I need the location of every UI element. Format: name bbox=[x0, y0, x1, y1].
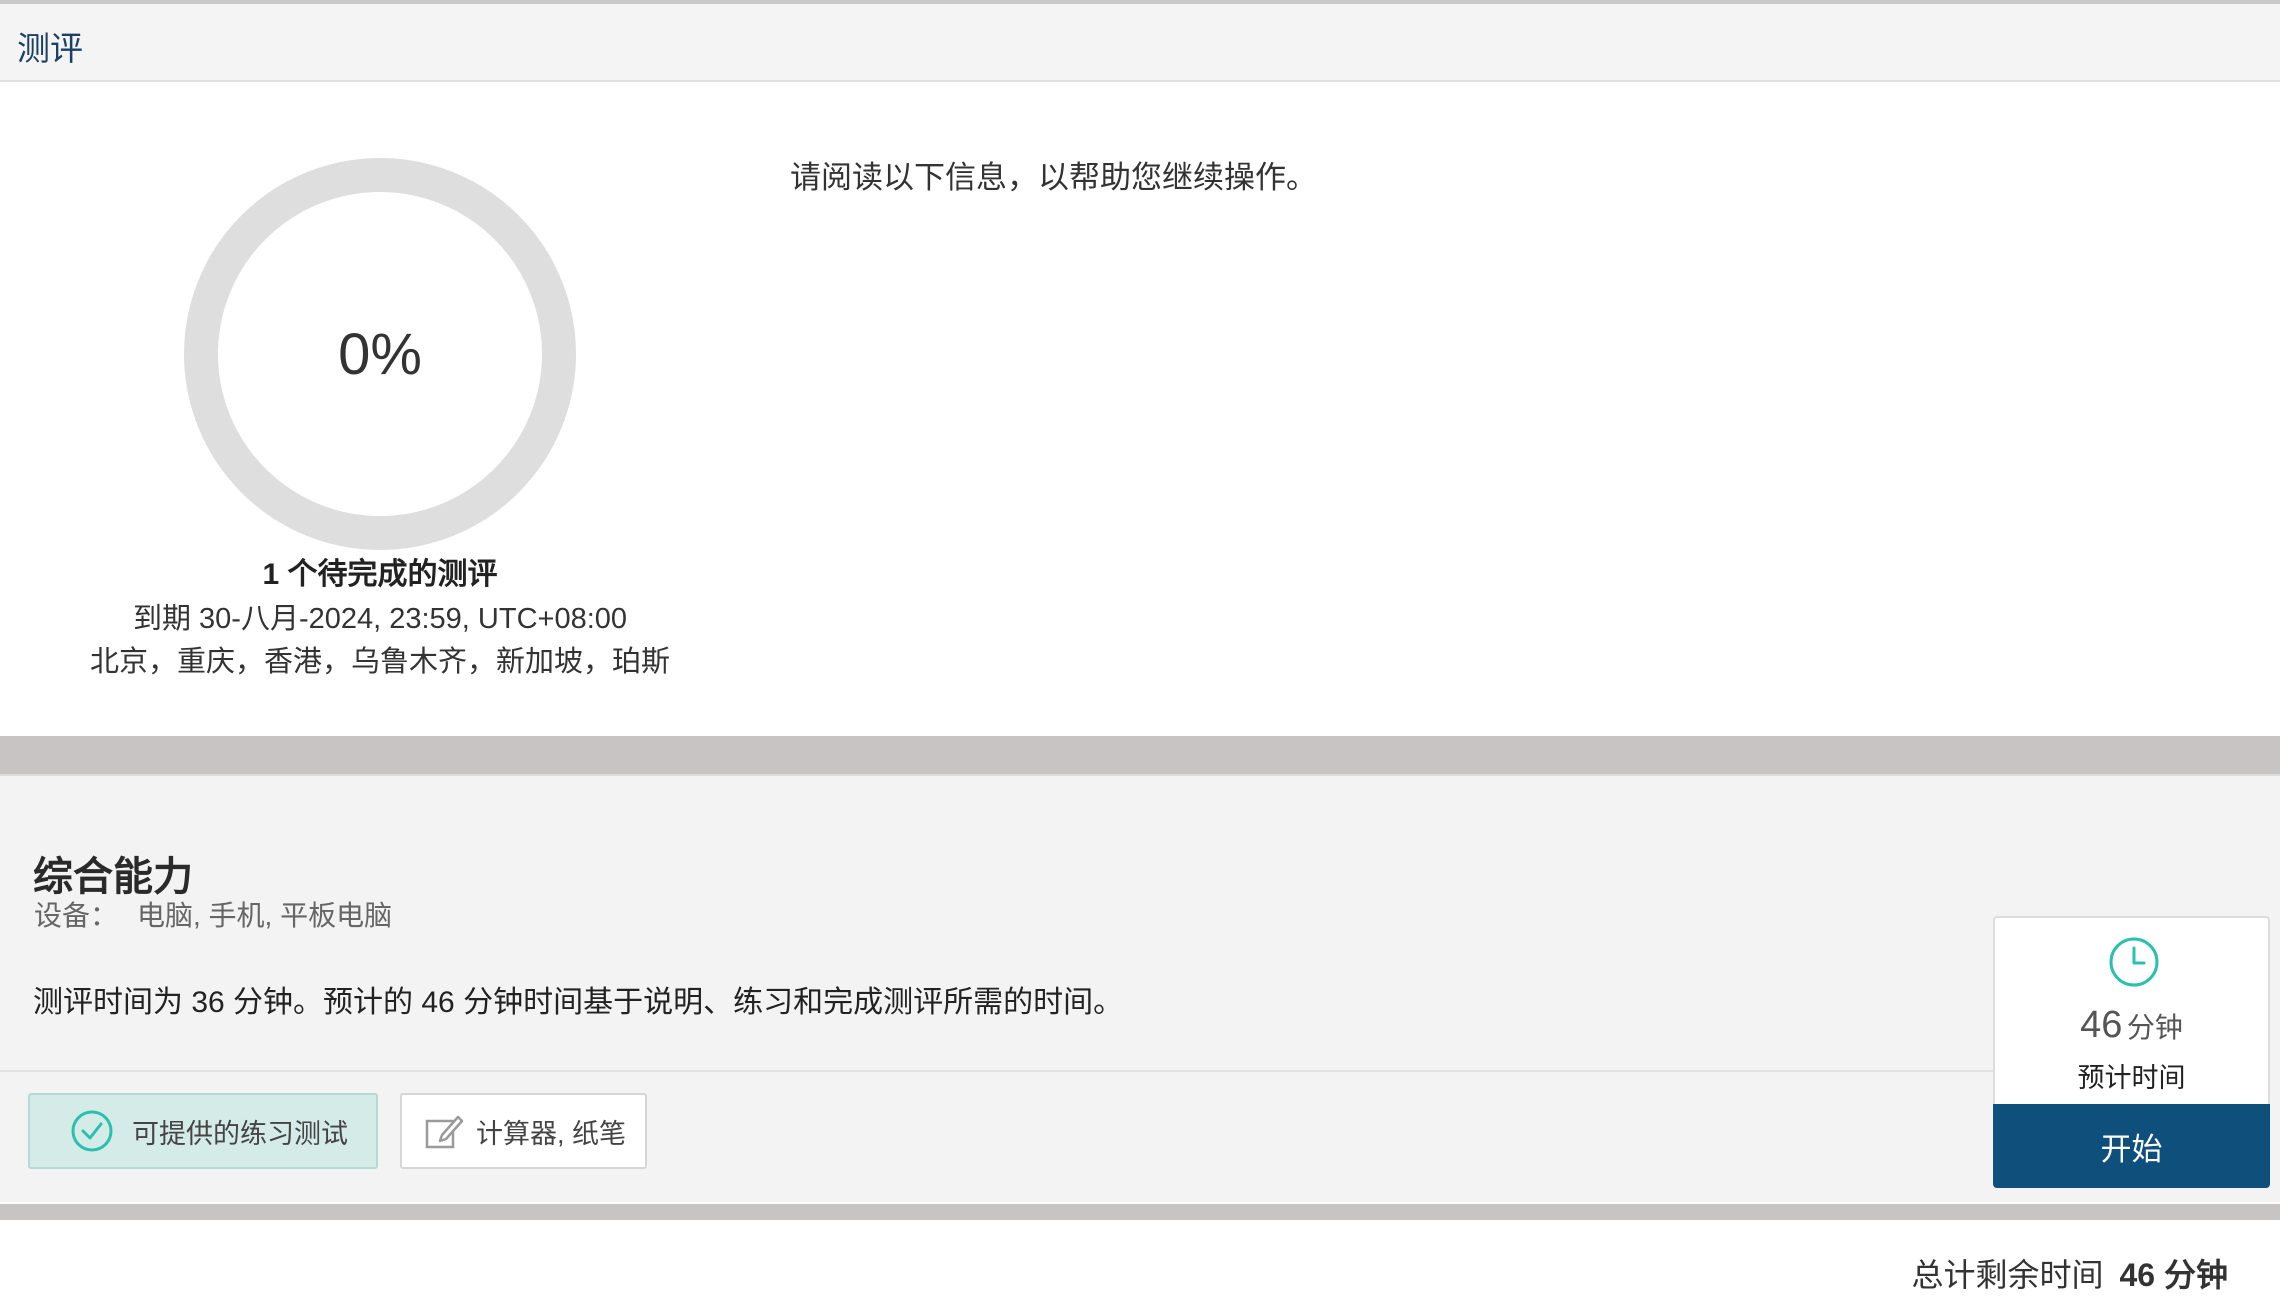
practice-test-button[interactable]: 可提供的练习测试 bbox=[28, 1093, 378, 1169]
estimated-time-label: 预计时间 bbox=[2077, 1063, 2186, 1093]
device-value: 电脑, 手机, 平板电脑 bbox=[137, 900, 393, 931]
timezone-cities: 北京，重庆，香港，乌鲁木齐，新加坡，珀斯 bbox=[89, 646, 670, 678]
clock-icon bbox=[2109, 937, 2159, 987]
progress-ring: 0% bbox=[182, 156, 578, 552]
page-header: 测评 bbox=[0, 4, 2280, 82]
estimated-minutes: 46 分钟 bbox=[1995, 1004, 2268, 1047]
tools-label: 计算器, 纸笔 bbox=[476, 1118, 627, 1149]
pending-count: 1 个待完成的测评 bbox=[262, 558, 498, 591]
due-date: 到期 30-八月-2024, 23:59, UTC+08:00 bbox=[132, 603, 628, 635]
estimated-minutes-unit: 分钟 bbox=[2126, 1012, 2183, 1043]
assessment-description: 测评时间为 36 分钟。预计的 46 分钟时间基于说明、练习和完成测评所需的时间… bbox=[33, 986, 1124, 1019]
start-panel: 46 分钟 预计时间 开始 bbox=[1993, 916, 2270, 1188]
start-button[interactable]: 开始 bbox=[1993, 1104, 2270, 1188]
page-title: 测评 bbox=[17, 30, 83, 67]
total-remaining-time: 总计剩余时间 46 分钟 bbox=[1911, 1250, 2228, 1296]
total-remaining-label: 总计剩余时间 bbox=[1911, 1257, 2104, 1293]
assessment-card: 综合能力 设备： 电脑, 手机, 平板电脑 测评时间为 36 分钟。预计的 46… bbox=[0, 776, 2280, 1202]
tools-badge: 计算器, 纸笔 bbox=[400, 1093, 647, 1169]
estimated-minutes-number: 46 bbox=[2080, 1004, 2123, 1046]
pencil-edit-icon bbox=[425, 1115, 464, 1149]
instructions-text: 请阅读以下信息，以帮助您继续操作。 bbox=[790, 160, 1317, 195]
section-divider bbox=[0, 736, 2280, 776]
assessment-summary: 1 个待完成的测评 到期 30-八月-2024, 23:59, UTC+08:0… bbox=[0, 552, 760, 684]
total-remaining-value: 46 分钟 bbox=[2119, 1257, 2229, 1293]
practice-test-label: 可提供的练习测试 bbox=[132, 1118, 348, 1149]
progress-percent: 0% bbox=[338, 321, 422, 387]
device-label: 设备： bbox=[34, 900, 119, 931]
card-separator bbox=[0, 1070, 1995, 1072]
bottom-divider bbox=[0, 1204, 2280, 1220]
check-circle-icon bbox=[71, 1110, 113, 1152]
